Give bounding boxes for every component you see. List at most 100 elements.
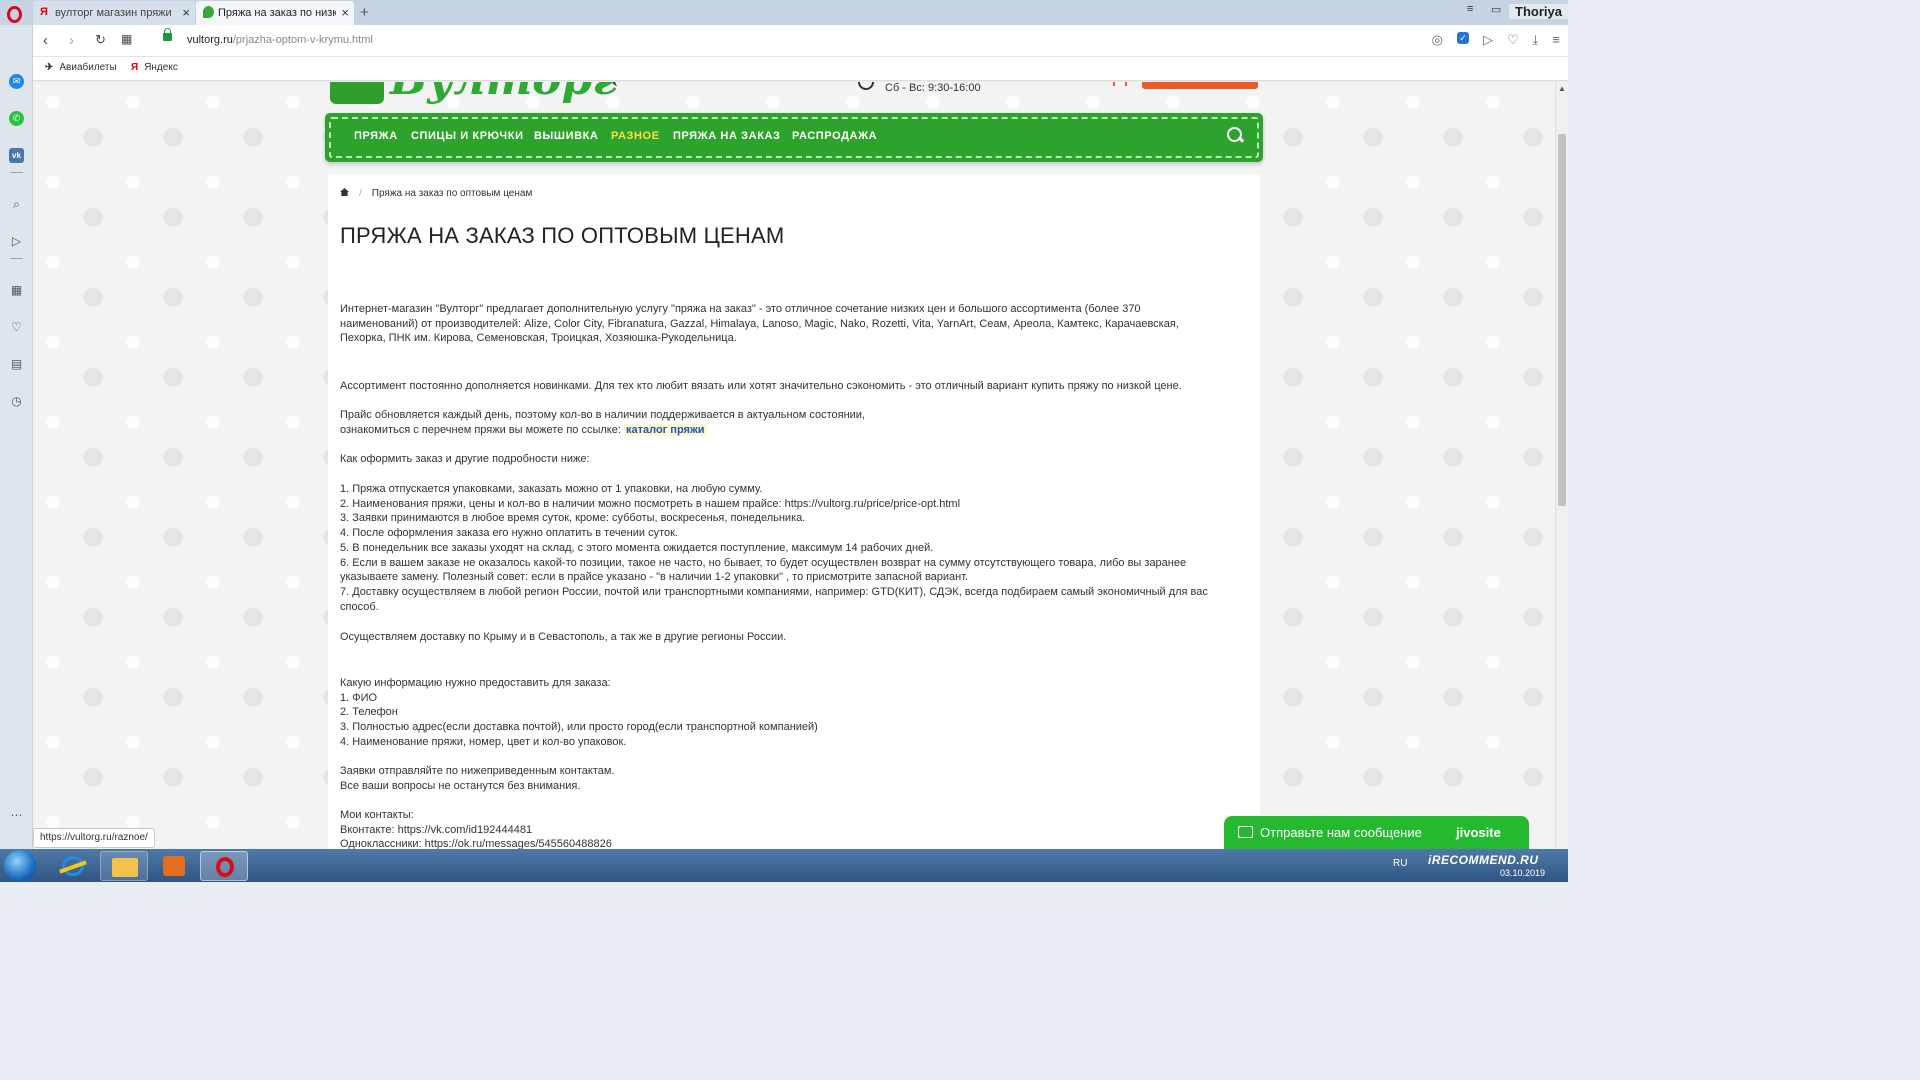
vpn-icon[interactable]: ✓ [1457, 32, 1469, 44]
language-indicator[interactable]: RU [1393, 858, 1407, 869]
yandex-icon: Я [131, 62, 139, 73]
info-item: 4. Наименование пряжи, номер, цвет и кол… [340, 735, 627, 748]
opera-icon [216, 857, 234, 877]
start-button[interactable] [4, 850, 36, 882]
site-logo[interactable]: Вулторг [390, 82, 617, 105]
easy-setup-icon[interactable]: ≡ [1552, 32, 1560, 48]
bookmarks-heart-icon[interactable]: ♡ [9, 320, 24, 335]
reload-button[interactable]: ↻ [95, 32, 106, 48]
window-controls: ≡ ▭ Thoriya [1457, 0, 1568, 22]
page-viewport: Вулторг Сб - Вс: 9:30-16:00 ПРЯЖА СПИЦЫ … [33, 82, 1555, 849]
watermark: iRECOMMEND.RU [1428, 853, 1539, 867]
cart-icon[interactable] [1113, 82, 1127, 86]
taskbar-media-player[interactable] [150, 851, 198, 881]
nav-item-rasprodazha[interactable]: РАСПРОДАЖА [792, 130, 877, 142]
info-list: Какую информацию нужно предоставить для … [340, 676, 1250, 750]
taskbar-opera[interactable] [200, 851, 248, 881]
breadcrumb-current: Пряжа на заказ по оптовым ценам [371, 188, 533, 199]
send-icon[interactable]: ▷ [1483, 32, 1493, 48]
bookmark-yandex[interactable]: Я Яндекс [131, 62, 178, 73]
chat-label: Отправьте нам сообщение [1260, 825, 1422, 840]
search-icon[interactable] [1227, 127, 1243, 143]
lock-icon[interactable] [163, 28, 172, 41]
price-line-2: ознакомиться с перечнем пряжи вы можете … [340, 423, 1250, 438]
news-icon[interactable]: ▤ [9, 357, 24, 372]
envelope-icon [1238, 826, 1253, 838]
chat-brand: jivosite [1456, 825, 1501, 840]
new-tab-button[interactable]: + [360, 4, 369, 21]
send-paragraph: Заявки отправляйте по нижеприведенным ко… [340, 764, 1250, 793]
history-clock-icon[interactable]: ◷ [9, 394, 24, 409]
forward-button[interactable]: › [69, 32, 74, 49]
tab-yarn-order[interactable]: Пряжа на заказ по низки × [196, 1, 354, 25]
url-field[interactable]: vultorg.ru/prjazha-optom-v-krymu.html [187, 34, 373, 46]
vultorg-leaf-icon [203, 6, 214, 18]
intro-line: наименований) от производителей: Alize, … [340, 317, 1179, 330]
yandex-icon: Я [40, 6, 48, 18]
main-nav: ПРЯЖА СПИЦЫ И КРЮЧКИ ВЫШИВКА РАЗНОЕ ПРЯЖ… [325, 113, 1263, 162]
assortment-paragraph: Ассортимент постоянно дополняется новинк… [340, 380, 1182, 392]
logo-leaf-icon[interactable] [330, 82, 384, 104]
nav-item-vyshivka[interactable]: ВЫШИВКА [534, 130, 598, 142]
breadcrumb-separator: / [359, 188, 362, 199]
nav-item-pryazha[interactable]: ПРЯЖА [354, 130, 398, 142]
send-icon[interactable]: ▷ [9, 234, 24, 249]
price-line: Прайс обновляется каждый день, поэтому к… [340, 409, 865, 421]
info-item: 2. Телефон [340, 706, 398, 719]
site-header: Вулторг Сб - Вс: 9:30-16:00 [330, 82, 1260, 110]
info-item: 1. ФИО [340, 691, 378, 704]
more-icon[interactable]: ⋯ [9, 808, 24, 823]
rule-item: 7. Доставку осуществляем в любой регион … [340, 585, 1208, 598]
send-line: Заявки отправляйте по нижеприведенным ко… [340, 765, 615, 777]
nav-item-spitsy[interactable]: СПИЦЫ И КРЮЧКИ [411, 130, 524, 142]
whatsapp-icon[interactable]: ✆ [9, 111, 24, 126]
contact-ok[interactable]: Одноклассники: https://ok.ru/messages/54… [340, 837, 1250, 849]
download-icon[interactable]: ⤓ [1533, 32, 1539, 48]
taskbar-explorer[interactable] [100, 851, 148, 881]
bookmarks-bar: ✈ Авиабилеты Я Яндекс [33, 57, 1568, 81]
info-heading: Какую информацию нужно предоставить для … [340, 677, 611, 689]
catalog-link[interactable]: каталог пряжи [623, 423, 707, 436]
contact-vk[interactable]: Вконтакте: https://vk.com/id192444481 [340, 823, 1250, 838]
scroll-up-icon[interactable]: ▲ [1558, 84, 1566, 93]
rules-list: 1. Пряжа отпускается упаковками, заказат… [340, 482, 1250, 614]
minimize-button[interactable]: ▭ [1483, 3, 1509, 19]
main-content: / Пряжа на заказ по оптовым ценам ПРЯЖА Н… [328, 174, 1260, 849]
chat-widget[interactable]: Отправьте нам сообщение jivosite [1224, 816, 1529, 849]
bookmark-label: Авиабилеты [59, 62, 117, 73]
scroll-thumb[interactable] [1558, 134, 1566, 506]
messenger-icon[interactable]: ✉ [9, 74, 24, 89]
opera-menu-icon[interactable] [7, 6, 22, 23]
cart-button[interactable] [1142, 82, 1258, 89]
camera-icon[interactable]: ◎ [1432, 32, 1443, 48]
working-hours: Сб - Вс: 9:30-16:00 [885, 82, 981, 94]
rule-item: 1. Пряжа отпускается упаковками, заказат… [340, 483, 763, 495]
address-bar: ‹ › ↻ ▦ vultorg.ru/prjazha-optom-v-krymu… [33, 25, 1568, 57]
tab-title: Пряжа на заказ по низки [218, 7, 336, 19]
folder-icon [112, 858, 138, 877]
nav-item-na-zakaz[interactable]: ПРЯЖА НА ЗАКАЗ [673, 130, 781, 142]
speed-dial-icon[interactable]: ▦ [9, 283, 24, 298]
info-item: 3. Полностью адрес(если доставка почтой)… [340, 721, 818, 734]
back-button[interactable]: ‹ [43, 32, 48, 49]
tab-close-icon[interactable]: × [182, 5, 190, 20]
nav-item-raznoe[interactable]: РАЗНОЕ [611, 130, 660, 142]
rule-item: 6. Если в вашем заказе не оказалось како… [340, 556, 1187, 569]
search-icon[interactable]: ⌕ [9, 197, 24, 212]
rule-item: способ. [340, 600, 379, 613]
tab-close-icon[interactable]: × [341, 5, 349, 20]
sidebar-divider [10, 172, 23, 173]
toolbar-right: ◎ ✓ ▷ ♡ ⤓ ≡ [1432, 32, 1560, 48]
tab-vultorg-search[interactable]: Я вулторг магазин пряжи - × [33, 1, 195, 25]
tab-menu-icon[interactable]: ≡ [1457, 3, 1483, 19]
price-line-text: ознакомиться с перечнем пряжи вы можете … [340, 423, 621, 436]
speed-dial-icon[interactable]: ▦ [121, 32, 132, 46]
bookmark-aviabilety[interactable]: ✈ Авиабилеты [45, 62, 117, 73]
page-scrollbar[interactable]: ▲ [1555, 82, 1568, 849]
heart-icon[interactable]: ♡ [1507, 32, 1519, 48]
home-icon[interactable] [340, 188, 349, 196]
tray-date[interactable]: 03.10.2019 [1500, 868, 1545, 878]
taskbar-ie[interactable] [50, 851, 98, 881]
clock-icon [858, 82, 874, 90]
vk-icon[interactable]: vk [9, 148, 24, 163]
